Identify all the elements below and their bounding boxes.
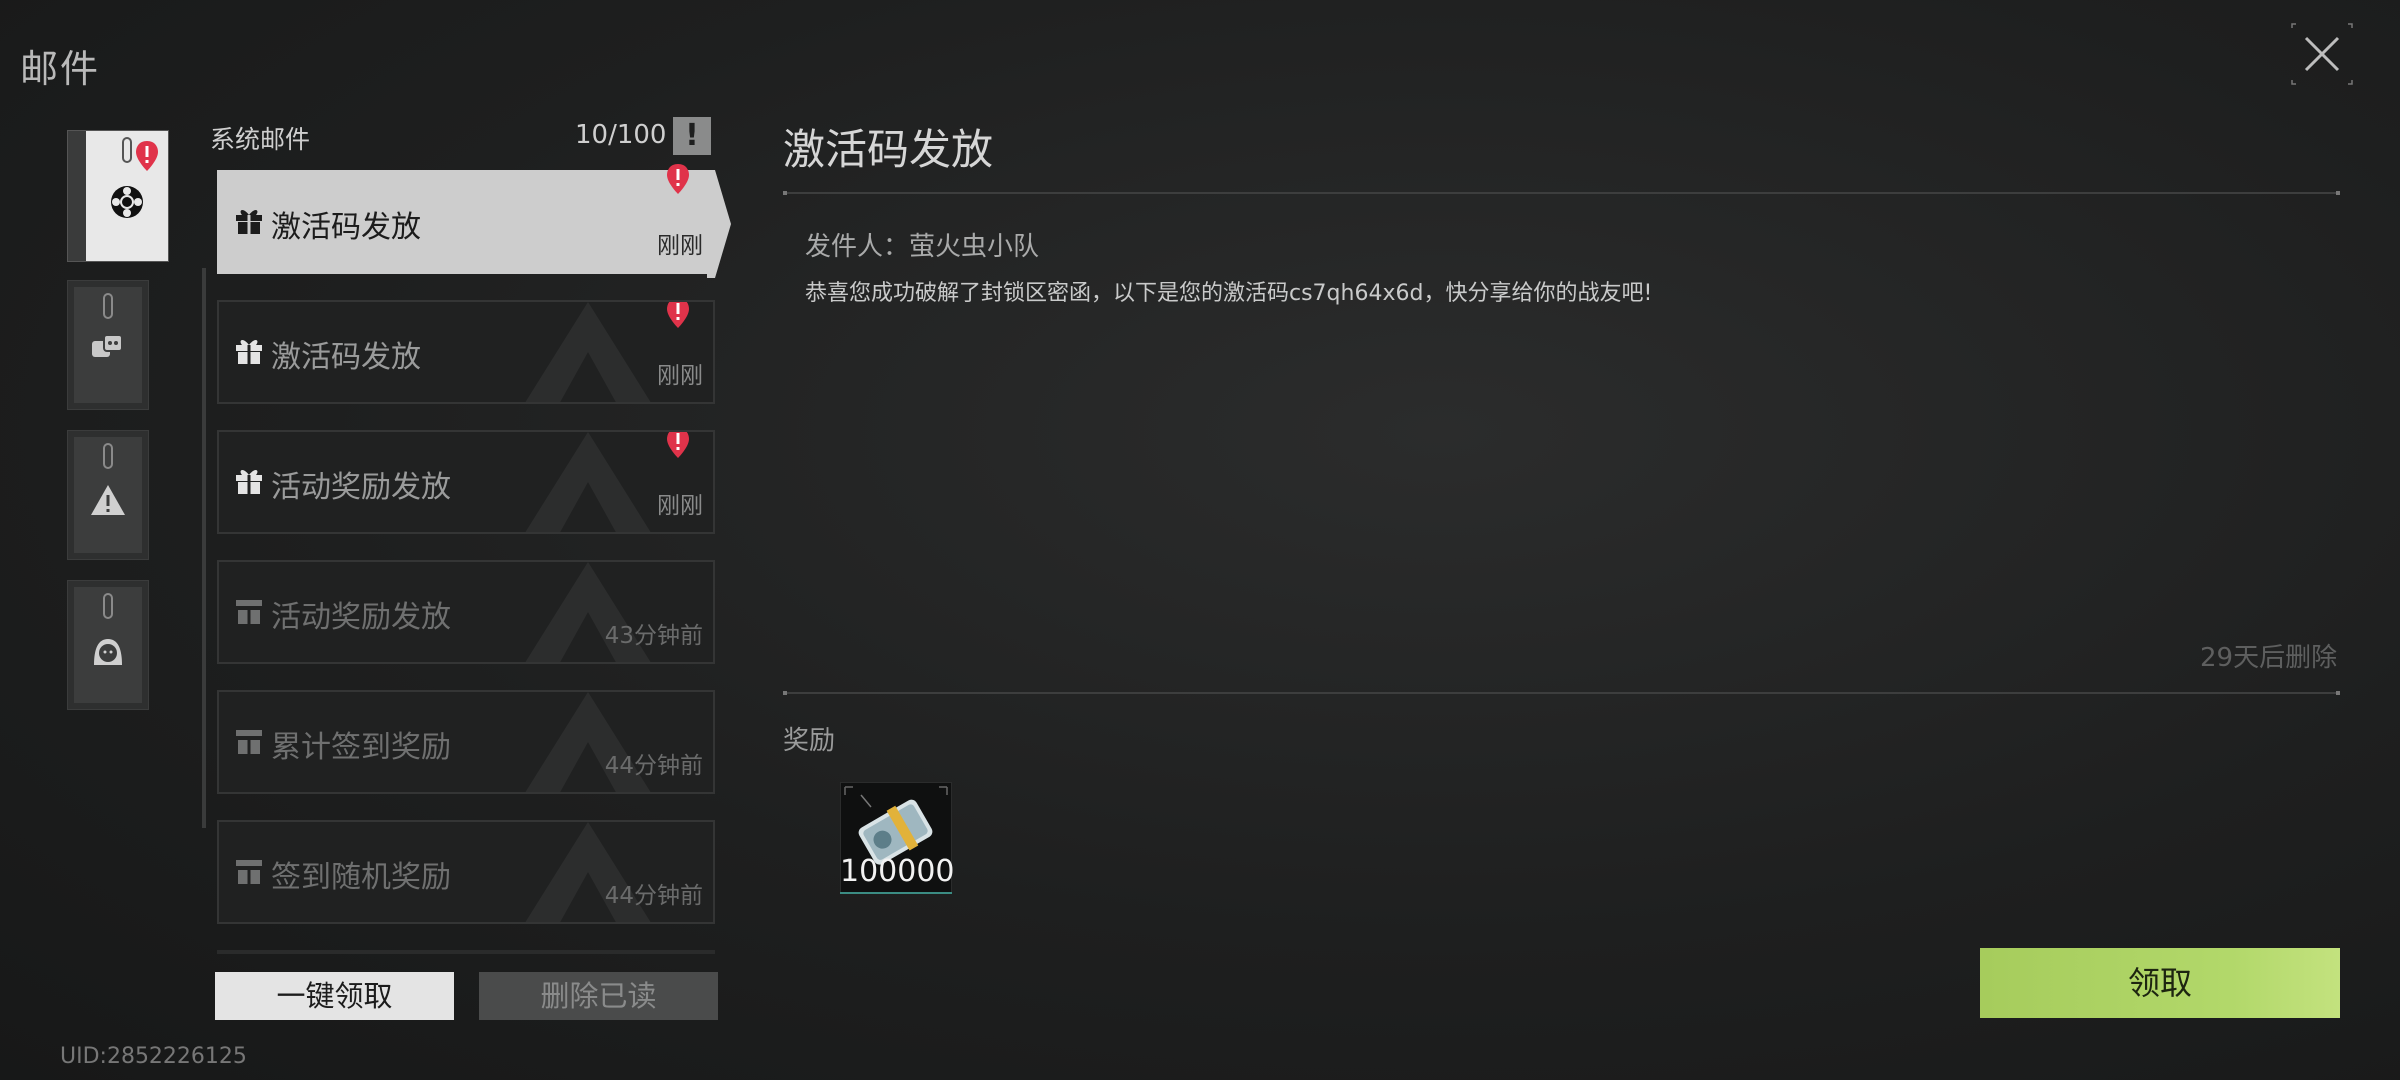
claim-all-button[interactable]: 一键领取: [215, 972, 454, 1020]
envelope-clip: [103, 443, 113, 469]
watermark-logo: [525, 432, 651, 532]
page-title: 邮件: [20, 47, 101, 91]
warning-icon: [91, 485, 125, 515]
opened-gift-icon: [236, 730, 262, 754]
unread-marker-icon: [136, 141, 158, 171]
divider-end: [783, 191, 787, 195]
divider-end: [783, 691, 787, 695]
divider: [783, 692, 2338, 694]
mail-time: 刚刚: [657, 363, 703, 389]
mail-item-selected[interactable]: 激活码发放 刚刚: [217, 164, 731, 278]
reward-quality-bar: [840, 892, 952, 894]
list-overflow-edge: [217, 950, 715, 954]
reward-label: 奖励: [783, 726, 836, 756]
opened-gift-icon: [236, 860, 262, 884]
mail-item[interactable]: 活动奖励发放 刚刚: [217, 430, 715, 534]
avatar-icon: [94, 639, 122, 665]
mail-item[interactable]: 激活码发放 刚刚: [217, 300, 715, 404]
gift-icon: [236, 340, 262, 364]
expire-notice: 29天后删除: [2200, 643, 2338, 673]
mail-count: 10/100: [575, 120, 667, 150]
mail-item[interactable]: 活动奖励发放 43分钟前: [217, 560, 715, 664]
envelope-clip: [103, 293, 113, 319]
envelope-clip: [122, 137, 132, 163]
reward-amount: 100000: [840, 854, 955, 889]
mail-subject: 活动奖励发放: [271, 470, 451, 505]
list-scrollbar[interactable]: [202, 268, 206, 828]
divider-end: [2336, 691, 2340, 695]
mail-screen: 邮件 系统邮件 10/100 ! 激活码发放 刚刚 激活码发放 刚刚 活动奖励发…: [0, 0, 2400, 1080]
category-tab-friend[interactable]: [67, 580, 149, 710]
mail-time: 43分钟前: [604, 623, 703, 649]
mail-body: 恭喜您成功破解了封锁区密函，以下是您的激活码cs7qh64x6d，快分享给你的战…: [805, 281, 1653, 306]
mail-item[interactable]: 签到随机奖励 44分钟前: [217, 820, 715, 924]
envelope: [74, 587, 142, 703]
unread-marker-icon: [667, 432, 689, 458]
unread-marker-icon: [667, 302, 689, 328]
watermark-logo: [525, 302, 651, 402]
category-tab-system[interactable]: [67, 130, 169, 262]
category-tab-warning[interactable]: [67, 430, 149, 560]
close-icon: [2291, 23, 2353, 85]
chat-bubbles-icon: [92, 334, 123, 357]
mail-subject: 激活码发放: [271, 210, 421, 245]
envelope: [74, 287, 142, 403]
envelope-clip: [103, 593, 113, 619]
mail-time: 44分钟前: [604, 883, 703, 909]
category-tab-chat[interactable]: [67, 280, 149, 410]
mail-time: 刚刚: [657, 493, 703, 519]
mail-item[interactable]: 累计签到奖励 44分钟前: [217, 690, 715, 794]
list-title: 系统邮件: [210, 125, 311, 154]
delete-read-button[interactable]: 删除已读: [479, 972, 718, 1020]
gift-icon: [236, 470, 262, 494]
claim-button[interactable]: 领取: [1980, 948, 2340, 1018]
mail-detail-title: 激活码发放: [783, 125, 994, 174]
gift-icon: [236, 210, 262, 234]
mail-time: 44分钟前: [604, 753, 703, 779]
divider-end: [2336, 191, 2340, 195]
mail-subject: 签到随机奖励: [271, 860, 451, 895]
close-button[interactable]: [2290, 22, 2354, 86]
uid-label: UID:2852226125: [60, 1044, 247, 1069]
mail-subject: 激活码发放: [271, 340, 421, 375]
envelope: [74, 437, 142, 553]
divider: [783, 192, 2338, 194]
gear-icon: [111, 186, 143, 218]
mail-subject: 活动奖励发放: [271, 600, 451, 635]
info-button[interactable]: !: [673, 117, 711, 155]
mail-time: 刚刚: [657, 233, 703, 259]
selected-arrow: [707, 170, 731, 278]
sender-line: 发件人：萤火虫小队: [805, 232, 1040, 262]
opened-gift-icon: [236, 600, 262, 624]
mail-subject: 累计签到奖励: [271, 730, 451, 765]
unread-marker-icon: [667, 164, 689, 194]
